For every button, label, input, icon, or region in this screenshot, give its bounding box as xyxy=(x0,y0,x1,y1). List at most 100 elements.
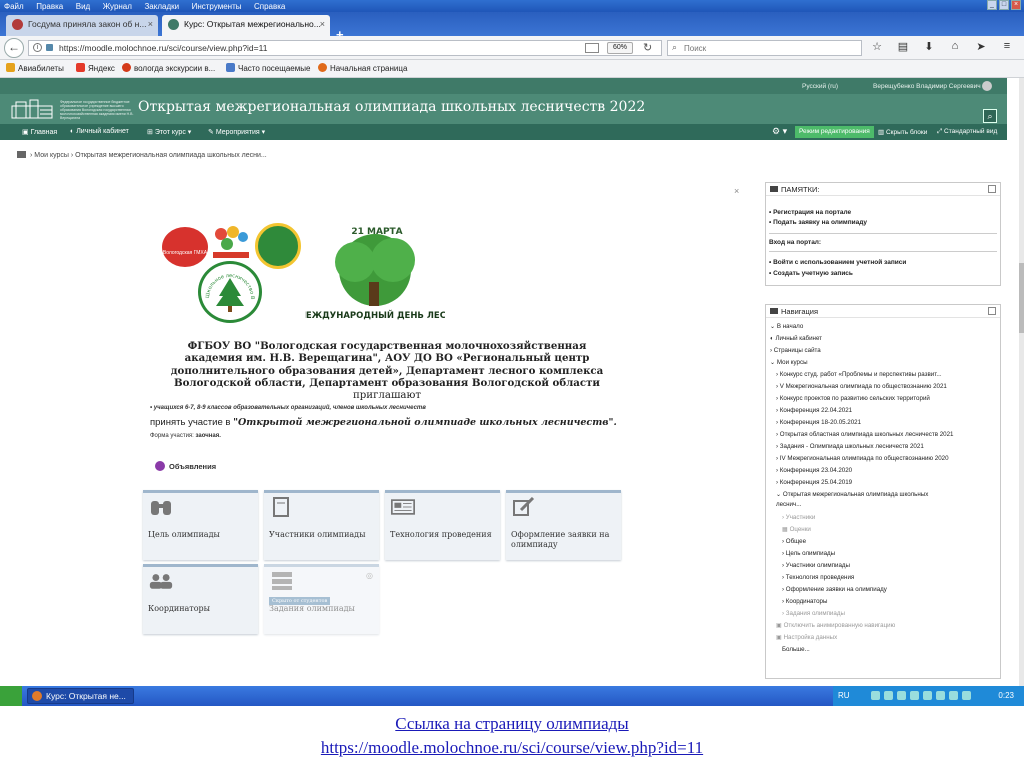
start-button[interactable] xyxy=(0,686,22,706)
breadcrumb-my-courses[interactable]: Мои курсы xyxy=(34,152,69,159)
language-menu[interactable]: Русский (ru) xyxy=(802,83,838,90)
tile-application[interactable]: Оформление заявки на олимпиаду xyxy=(506,490,621,560)
keyboard-language[interactable]: RU xyxy=(838,686,850,706)
menu-edit[interactable]: Правка xyxy=(32,0,69,12)
breadcrumb-course[interactable]: Открытая межрегиональная олимпиада школь… xyxy=(75,152,267,159)
bookmark-yandex[interactable]: Яндекс xyxy=(76,60,115,78)
menu-events[interactable]: ✎ Мероприятия ▾ xyxy=(208,128,265,136)
nav-course[interactable]: › Конференция 22.04.2021 xyxy=(776,407,852,414)
nav-participants[interactable]: › Участники xyxy=(782,514,815,521)
tray-app-icon[interactable] xyxy=(910,691,919,700)
tray-app-icon[interactable] xyxy=(949,691,958,700)
nav-grades[interactable]: ▦ Оценки xyxy=(782,526,811,533)
nav-course[interactable]: › Открытая областная олимпиада школьных … xyxy=(776,431,954,438)
nav-course[interactable]: › Конкурс проектов по развитию сельских … xyxy=(776,395,930,402)
collapse-icon[interactable] xyxy=(988,307,996,315)
close-icon[interactable]: × xyxy=(734,186,739,196)
maximize-icon[interactable]: □ xyxy=(999,0,1009,10)
menu-bookmarks[interactable]: Закладки xyxy=(140,0,185,12)
login-link-account[interactable]: • Войти с использованием учетной записи xyxy=(769,259,906,266)
nav-home[interactable]: ⌄ В начало xyxy=(770,323,803,330)
nav-section[interactable]: › Общее xyxy=(782,538,806,545)
avatar[interactable] xyxy=(982,81,992,91)
nav-course[interactable]: › IV Межрегиональная олимпиада по общест… xyxy=(776,455,949,462)
nav-dashboard[interactable]: ◐ Личный кабинет xyxy=(770,335,822,342)
scrollbar-thumb[interactable] xyxy=(1019,263,1024,333)
collapse-icon[interactable] xyxy=(988,185,996,193)
notes-link-register[interactable]: • Регистрация на портале xyxy=(769,209,851,216)
minimize-icon[interactable]: _ xyxy=(987,0,997,10)
tab-gosduma[interactable]: Госдума приняла закон об н... × xyxy=(6,15,158,36)
nav-section[interactable]: › Участники олимпиады xyxy=(782,562,850,569)
announcements-link[interactable]: Объявления xyxy=(155,461,216,471)
tile-tasks[interactable]: ◎ Скрыто от студентов Задания олимпиады xyxy=(264,564,379,634)
search-icon[interactable]: ⌕ xyxy=(983,109,997,123)
zoom-level[interactable]: 60% xyxy=(607,42,633,54)
nav-current-course[interactable]: ⌄ Открытая межрегиональная олимпиада шко… xyxy=(776,491,928,498)
menu-history[interactable]: Журнал xyxy=(99,0,138,12)
tile-coordinators[interactable]: Координаторы xyxy=(143,564,258,634)
tray-app-icon[interactable] xyxy=(962,691,971,700)
back-button[interactable]: ← xyxy=(4,38,24,58)
menu-view[interactable]: Вид xyxy=(72,0,96,12)
page-scrollbar[interactable] xyxy=(1019,78,1024,686)
menu-help[interactable]: Справка xyxy=(250,0,291,12)
tab-course[interactable]: Курс: Открытая межрегионально... × xyxy=(162,15,330,36)
nav-section[interactable]: › Оформление заявки на олимпиаду xyxy=(782,586,887,593)
nav-section[interactable]: › Технология проведения xyxy=(782,574,854,581)
tray-app-icon[interactable] xyxy=(871,691,880,700)
standard-view-button[interactable]: ⤢ Стандартный вид xyxy=(937,128,997,136)
send-icon[interactable]: ➤ xyxy=(974,40,988,53)
menu-this-course[interactable]: ⊞ Этот курс ▾ xyxy=(147,128,191,136)
hidden-eye-icon[interactable]: ◎ xyxy=(366,571,373,580)
gear-icon[interactable]: ⚙ ▾ xyxy=(772,126,787,137)
caption-title-link[interactable]: Ссылка на страницу олимпиады xyxy=(395,714,628,733)
network-icon[interactable] xyxy=(923,691,932,700)
nav-disable-animation[interactable]: ▣ Отключить анимированную навигацию xyxy=(776,622,895,629)
reload-icon[interactable]: ↻ xyxy=(643,41,652,54)
home-icon[interactable]: ⌂ xyxy=(948,40,962,53)
bookmark-vologda[interactable]: вологда экскурсии в... xyxy=(122,60,215,78)
tile-goal[interactable]: Цель олимпиады xyxy=(143,490,258,560)
library-icon[interactable]: ▤ xyxy=(896,40,910,53)
menu-tools[interactable]: Инструменты xyxy=(188,0,248,12)
tray-app-icon[interactable] xyxy=(884,691,893,700)
menu-home[interactable]: ▣ Главная xyxy=(22,128,57,136)
url-text[interactable]: https://moodle.molochnoe.ru/sci/course/v… xyxy=(59,42,267,55)
nav-section[interactable]: › Цель олимпиады xyxy=(782,550,835,557)
nav-course[interactable]: › Конкурс студ. работ «Проблемы и перспе… xyxy=(776,371,942,378)
tile-participants[interactable]: Участники олимпиады xyxy=(264,490,379,560)
search-input[interactable] xyxy=(684,42,854,54)
menu-dashboard[interactable]: ◐ Личный кабинет xyxy=(70,128,129,135)
download-icon[interactable]: ⬇ xyxy=(922,40,936,53)
nav-data-settings[interactable]: ▣ Настройка данных xyxy=(776,634,837,641)
nav-course[interactable]: › Конференция 23.04.2020 xyxy=(776,467,852,474)
login-link-create[interactable]: • Создать учетную запись xyxy=(769,270,853,277)
bookmark-star-icon[interactable]: ☆ xyxy=(870,40,884,53)
bookmark-frequent[interactable]: Часто посещаемые xyxy=(226,60,310,78)
hide-blocks-button[interactable]: ▥ Скрыть блоки xyxy=(878,128,927,136)
menu-file[interactable]: Файл xyxy=(0,0,30,12)
caption-url-link[interactable]: https://moodle.molochnoe.ru/sci/course/v… xyxy=(321,738,703,757)
nav-course[interactable]: › Конференция 18-20.05.2021 xyxy=(776,419,861,426)
nav-my-courses[interactable]: ⌄ Мои курсы xyxy=(770,359,808,366)
tray-app-icon[interactable] xyxy=(936,691,945,700)
dashboard-icon[interactable] xyxy=(17,151,26,158)
volume-icon[interactable] xyxy=(897,691,906,700)
user-menu[interactable]: Верещубенко Владимир Сергеевич xyxy=(873,83,981,90)
tab-close-icon[interactable]: × xyxy=(320,15,325,34)
nav-course[interactable]: › Задания - Олимпиада школьных лесничест… xyxy=(776,443,924,450)
reader-view-icon[interactable] xyxy=(585,43,599,53)
site-info-icon[interactable]: i xyxy=(33,43,42,52)
search-box[interactable]: ⌕ xyxy=(667,40,862,56)
bookmark-avia[interactable]: Авиабилеты xyxy=(6,60,64,78)
nav-section[interactable]: › Задания олимпиады xyxy=(782,610,845,617)
close-icon[interactable]: × xyxy=(1011,0,1021,10)
nav-course[interactable]: › Конференция 25.04.2019 xyxy=(776,479,852,486)
edit-mode-button[interactable]: Режим редактирования xyxy=(795,126,874,138)
tile-technology[interactable]: Технология проведения xyxy=(385,490,500,560)
url-bar[interactable]: i https://moodle.molochnoe.ru/sci/course… xyxy=(28,40,662,56)
nav-course[interactable]: › V Межрегиональная олимпиада по обществ… xyxy=(776,383,947,390)
bookmark-start[interactable]: Начальная страница xyxy=(318,60,407,78)
site-title[interactable]: Открытая межрегиональная олимпиада школь… xyxy=(138,99,645,115)
